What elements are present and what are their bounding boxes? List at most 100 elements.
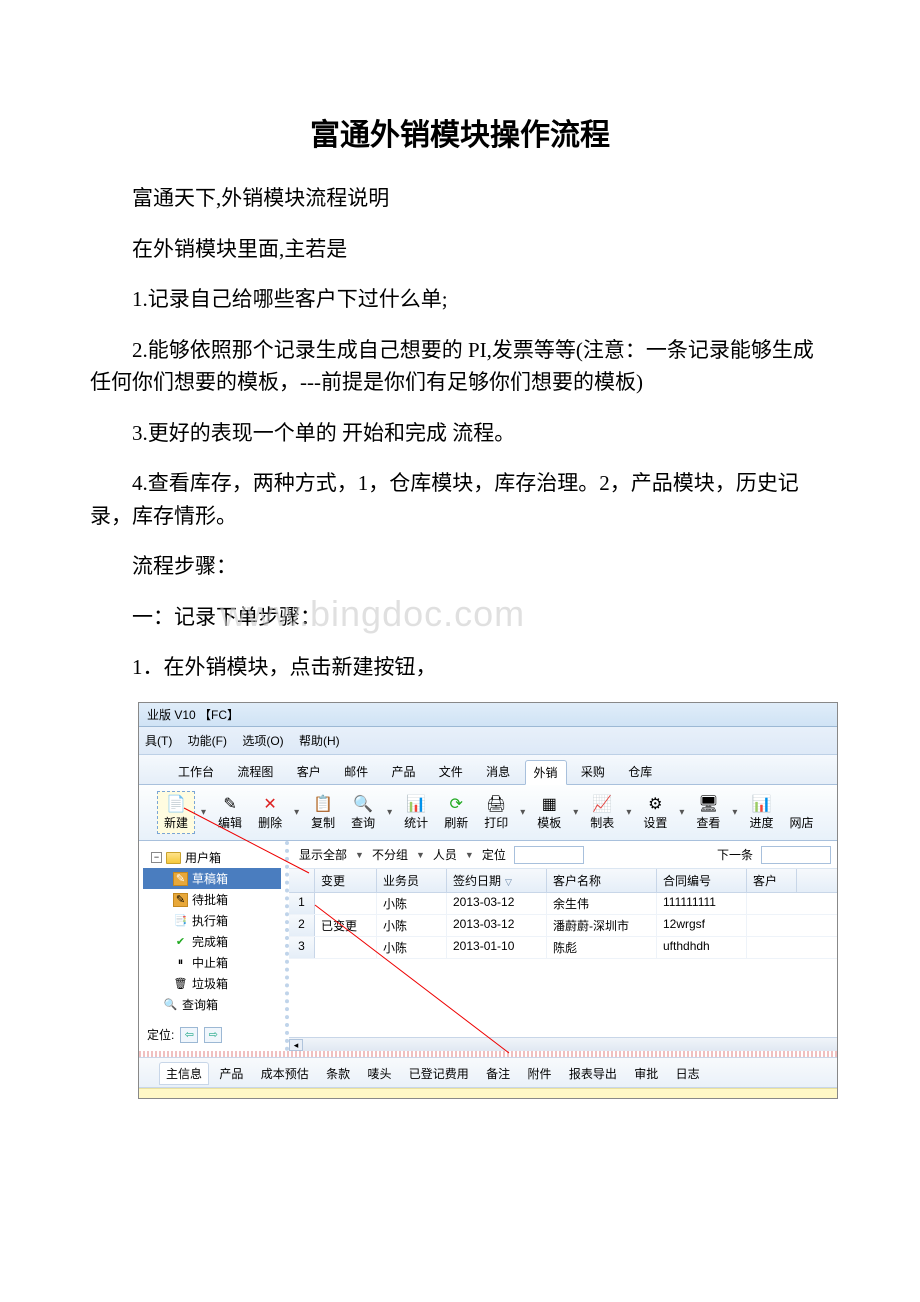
print-button[interactable]: 🖨打印 xyxy=(478,792,514,833)
detail-tabs: 主信息 产品 成本预估 条款 唛头 已登记费用 备注 附件 报表导出 审批 日志 xyxy=(139,1057,837,1088)
detail-tab-log[interactable]: 日志 xyxy=(669,1062,707,1085)
row-number: 2 xyxy=(289,915,315,936)
dropdown-icon[interactable]: ▾ xyxy=(624,807,633,818)
tab-mail[interactable]: 邮件 xyxy=(335,759,377,784)
tree-item-trash[interactable]: 🗑垃圾箱 xyxy=(143,973,281,994)
collapse-icon[interactable]: − xyxy=(151,852,162,863)
point-2: 2.能够依照那个记录生成自己想要的 PI,发票等等(注意：一条记录能够生成任何你… xyxy=(90,334,830,399)
detail-tab-notes[interactable]: 备注 xyxy=(479,1062,517,1085)
tree-root-userbox[interactable]: − 用户箱 xyxy=(143,847,281,868)
dropdown-icon[interactable]: ▾ xyxy=(730,807,739,818)
scroll-left-button[interactable]: ◂ xyxy=(289,1039,303,1051)
tree-item-execute[interactable]: 📑执行箱 xyxy=(143,910,281,931)
tab-flowchart[interactable]: 流程图 xyxy=(228,759,282,784)
dropdown-icon[interactable]: ▾ xyxy=(571,807,580,818)
stats-button[interactable]: 📊统计 xyxy=(398,792,434,833)
menu-function[interactable]: 功能(F) xyxy=(182,730,233,751)
menu-options[interactable]: 选项(O) xyxy=(236,730,289,751)
tree-root-label: 用户箱 xyxy=(185,849,221,866)
menu-bar: 具(T) 功能(F) 选项(O) 帮助(H) xyxy=(139,727,837,755)
filter-locate-input[interactable] xyxy=(514,846,584,864)
dropdown-icon[interactable]: ▼ xyxy=(416,850,425,860)
cell-customer: 潘蔚蔚-深圳市 xyxy=(547,915,657,936)
webstore-icon xyxy=(791,794,811,814)
filter-bar: 显示全部 ▼ 不分组 ▼ 人员 ▼ 定位 下一条 xyxy=(289,841,837,869)
filter-nogroup[interactable]: 不分组 xyxy=(368,845,412,864)
filter-next-input[interactable] xyxy=(761,846,831,864)
detail-tab-export[interactable]: 报表导出 xyxy=(562,1062,624,1085)
grid-header-change[interactable]: 变更 xyxy=(315,869,377,892)
view-button[interactable]: 🖥查看 xyxy=(690,792,726,833)
menu-tools[interactable]: 具(T) xyxy=(139,730,178,751)
grid-header-contractno[interactable]: 合同编号 xyxy=(657,869,747,892)
cell-salesperson: 小陈 xyxy=(377,893,447,914)
grid-header-salesperson[interactable]: 业务员 xyxy=(377,869,447,892)
steps-heading: 流程步骤： xyxy=(90,550,830,583)
dropdown-icon[interactable]: ▾ xyxy=(385,807,394,818)
table-row[interactable]: 3 小陈 2013-01-10 陈彪 ufthdhdh xyxy=(289,937,837,959)
webstore-button[interactable]: 网店 xyxy=(783,792,819,833)
cell-signdate: 2013-01-10 xyxy=(447,937,547,958)
dropdown-icon[interactable]: ▾ xyxy=(292,807,301,818)
tab-warehouse[interactable]: 仓库 xyxy=(619,759,661,784)
locate-next-button[interactable]: ⇨ xyxy=(204,1027,222,1043)
tab-purchase[interactable]: 采购 xyxy=(572,759,614,784)
detail-tab-cost[interactable]: 成本预估 xyxy=(254,1062,316,1085)
cell-contractno: 12wrgsf xyxy=(657,915,747,936)
tree-item-abort[interactable]: ⏸中止箱 xyxy=(143,952,281,973)
filter-next[interactable]: 下一条 xyxy=(713,845,757,864)
stats-icon: 📊 xyxy=(406,794,426,814)
filter-locate[interactable]: 定位 xyxy=(478,845,510,864)
draft-icon: ✎ xyxy=(173,872,188,886)
dropdown-icon[interactable]: ▼ xyxy=(465,850,474,860)
locate-label: 定位: xyxy=(147,1026,174,1043)
tree-item-draft[interactable]: ✎草稿箱 xyxy=(143,868,281,889)
report-button[interactable]: 📈制表 xyxy=(584,792,620,833)
table-row[interactable]: 1 小陈 2013-03-12 余生伟 111111111 xyxy=(289,893,837,915)
detail-tab-mark[interactable]: 唛头 xyxy=(360,1062,398,1085)
view-icon: 🖥 xyxy=(698,794,718,814)
locate-prev-button[interactable]: ⇦ xyxy=(180,1027,198,1043)
edit-button[interactable]: ✎编辑 xyxy=(212,792,248,833)
detail-tab-product[interactable]: 产品 xyxy=(212,1062,250,1085)
dropdown-icon[interactable]: ▾ xyxy=(677,807,686,818)
tab-workbench[interactable]: 工作台 xyxy=(169,759,223,784)
settings-icon: ⚙ xyxy=(645,794,665,814)
tab-file[interactable]: 文件 xyxy=(430,759,472,784)
refresh-button[interactable]: ⟳刷新 xyxy=(438,792,474,833)
detail-tab-attach[interactable]: 附件 xyxy=(521,1062,559,1085)
tab-message[interactable]: 消息 xyxy=(477,759,519,784)
search-box-icon: 🔍 xyxy=(163,998,178,1012)
grid-header-signdate[interactable]: 签约日期▽ xyxy=(447,869,547,892)
dropdown-icon[interactable]: ▾ xyxy=(518,807,527,818)
tab-customer[interactable]: 客户 xyxy=(288,759,330,784)
tab-product[interactable]: 产品 xyxy=(382,759,424,784)
progress-button[interactable]: 📊进度 xyxy=(743,792,779,833)
new-button[interactable]: 📄新建 xyxy=(157,791,195,834)
tree-item-search[interactable]: 🔍查询箱 xyxy=(143,994,281,1015)
detail-tab-approve[interactable]: 审批 xyxy=(627,1062,665,1085)
settings-button[interactable]: ⚙设置 xyxy=(637,792,673,833)
detail-tab-maininfo[interactable]: 主信息 xyxy=(159,1062,209,1085)
filter-showall[interactable]: 显示全部 xyxy=(295,845,351,864)
detail-tab-fees[interactable]: 已登记费用 xyxy=(402,1062,476,1085)
horizontal-scrollbar[interactable]: ◂ xyxy=(289,1037,837,1051)
table-row[interactable]: 2 已变更 小陈 2013-03-12 潘蔚蔚-深圳市 12wrgsf xyxy=(289,915,837,937)
locate-row: 定位: ⇦ ⇨ xyxy=(147,1026,222,1043)
menu-help[interactable]: 帮助(H) xyxy=(293,730,346,751)
detail-tab-terms[interactable]: 条款 xyxy=(319,1062,357,1085)
copy-button[interactable]: 📋复制 xyxy=(305,792,341,833)
tree-item-pending[interactable]: ✎待批箱 xyxy=(143,889,281,910)
query-button-label: 查询 xyxy=(351,814,375,831)
delete-button[interactable]: ✕删除 xyxy=(252,792,288,833)
tab-export-sales[interactable]: 外销 xyxy=(525,760,567,785)
dropdown-icon[interactable]: ▾ xyxy=(199,807,208,818)
template-button[interactable]: ▦模板 xyxy=(531,792,567,833)
query-button[interactable]: 🔍查询 xyxy=(345,792,381,833)
dropdown-icon[interactable]: ▼ xyxy=(355,850,364,860)
grid-header-customer[interactable]: 客户名称 xyxy=(547,869,657,892)
grid-header-client[interactable]: 客户 xyxy=(747,869,797,892)
tree-item-complete[interactable]: ✔完成箱 xyxy=(143,931,281,952)
filter-staff[interactable]: 人员 xyxy=(429,845,461,864)
sort-desc-icon: ▽ xyxy=(505,877,512,887)
